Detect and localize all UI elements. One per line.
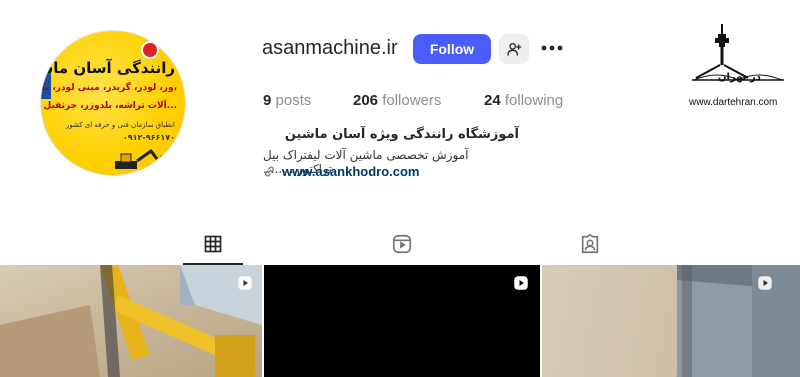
posts-number: 9 bbox=[263, 92, 272, 109]
bio-link-text: www.asankhodro.com bbox=[282, 164, 420, 179]
posts-label: posts bbox=[275, 92, 312, 109]
tagged-icon bbox=[581, 233, 599, 253]
bio-name: آموزشگاه رانندگی ویژه آسان ماشین bbox=[284, 127, 519, 142]
followers-count[interactable]: 206 followers bbox=[353, 92, 441, 109]
avatar-line-1: رانندگی آسان ماشین bbox=[41, 59, 175, 77]
tab-posts[interactable] bbox=[183, 225, 243, 262]
profile-avatar[interactable]: رانندگی آسان ماشین ور، لودر، گریدر، مینی… bbox=[40, 30, 186, 176]
followers-number: 206 bbox=[353, 92, 379, 109]
watermark-url: www.dartehran.com bbox=[689, 97, 778, 108]
excavator-photo bbox=[0, 265, 262, 377]
reel-indicator-icon bbox=[514, 276, 528, 290]
avatar-line-5: ۰۹۱۲-۹۶۶۱۷۰ bbox=[122, 133, 175, 142]
add-user-icon bbox=[507, 43, 522, 56]
post-thumbnail-1[interactable] bbox=[0, 265, 262, 377]
follow-button[interactable]: Follow bbox=[413, 34, 491, 64]
posts-count: 9 posts bbox=[263, 92, 311, 109]
more-icon bbox=[541, 45, 563, 51]
followers-label: followers bbox=[382, 92, 442, 109]
avatar-logo bbox=[141, 41, 159, 59]
post-thumbnail-3[interactable] bbox=[542, 265, 800, 377]
bio-link[interactable]: www.asankhodro.com bbox=[263, 164, 420, 179]
reel-indicator-icon bbox=[238, 276, 252, 290]
excavator-icon bbox=[115, 149, 175, 170]
post-thumbnail-2[interactable] bbox=[264, 265, 540, 377]
following-count[interactable]: 24 following bbox=[484, 92, 563, 109]
avatar-line-2: ور، لودر، گریدر، مینی لودر، بکهو، bbox=[40, 83, 177, 93]
profile-tabs bbox=[0, 225, 800, 265]
following-number: 24 bbox=[484, 92, 501, 109]
reels-icon bbox=[392, 234, 412, 253]
profile-username: asanmachine.ir bbox=[262, 37, 398, 59]
tab-tagged[interactable] bbox=[560, 225, 620, 262]
watermark-logo-text: در تهران bbox=[718, 72, 761, 83]
following-label: following bbox=[504, 92, 564, 109]
reel-indicator-icon bbox=[758, 276, 772, 290]
grid-icon bbox=[204, 235, 222, 252]
tab-reels[interactable] bbox=[372, 225, 432, 262]
link-icon bbox=[265, 166, 274, 177]
suggested-accounts-button[interactable] bbox=[499, 34, 529, 64]
avatar-line-4: انطباق سازمان فنی و حرفه ای کشور bbox=[65, 121, 175, 129]
more-options-button[interactable] bbox=[540, 38, 564, 58]
avatar-line-3: آلات تراشه، بلدوزر، جرثقیل و... bbox=[40, 101, 177, 111]
tower-icon bbox=[692, 24, 784, 81]
